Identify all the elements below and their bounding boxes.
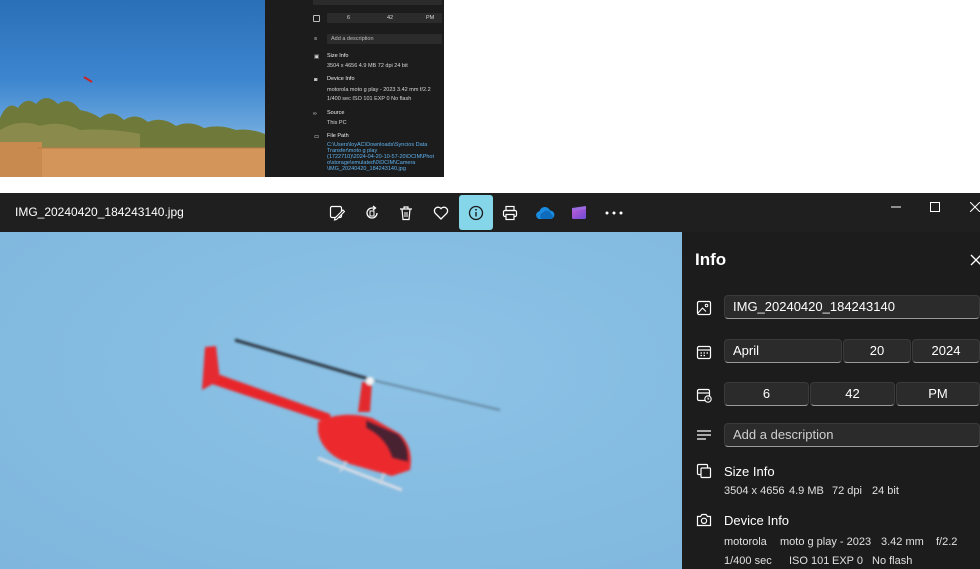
thumb-file-path-line5: \IMG_20240420_184243140.jpg <box>327 166 406 172</box>
print-button[interactable] <box>494 197 526 229</box>
description-icon <box>697 430 711 440</box>
thumb-time-ampm: PM <box>426 15 435 21</box>
file-name-title: IMG_20240420_184243140.jpg <box>15 205 184 219</box>
edit-image-button[interactable] <box>321 197 353 229</box>
photos-window: IMG_20240420_184243140.jpg Info IMG_2024… <box>0 193 980 569</box>
minimize-icon <box>891 206 901 208</box>
size-dpi: 72 dpi <box>832 485 862 497</box>
thumb-time-hour: 6 <box>347 15 351 21</box>
minimize-button[interactable] <box>884 197 908 217</box>
rotate-button[interactable] <box>356 197 388 229</box>
thumb-time-minute: 42 <box>387 15 394 21</box>
thumb-device-info-label: Device Info <box>327 76 355 82</box>
delete-icon <box>400 206 412 221</box>
device-exposure: EXP 0 <box>832 555 863 567</box>
onedrive-cloud-icon <box>536 206 555 219</box>
thumb-device-line1: motorola moto g play - 2023 3.42 mm f/2.… <box>327 87 431 93</box>
thumb-source-value: This PC <box>327 120 347 126</box>
device-make: motorola <box>724 536 767 548</box>
thumb-size-info-label: Size Info <box>327 53 349 59</box>
calendar-clock-icon <box>696 388 712 403</box>
delete-button[interactable] <box>390 197 422 229</box>
favorite-button[interactable] <box>425 197 457 229</box>
maximize-icon <box>930 202 940 212</box>
thumb-size-info-values: 3504 x 4656 4.9 MB 72 dpi 24 bit <box>327 63 408 69</box>
time-hour-field[interactable]: 6 <box>724 382 809 406</box>
favorite-heart-icon <box>433 206 449 220</box>
thumb-link-icon: ∞ <box>313 111 317 117</box>
more-options-button[interactable] <box>598 197 630 229</box>
size-file-size: 4.9 MB <box>789 485 824 497</box>
edit-image-icon <box>329 205 345 221</box>
close-icon <box>970 202 980 212</box>
maximize-button[interactable] <box>923 197 947 217</box>
device-flash: No flash <box>872 555 913 567</box>
device-shutter: 1/400 sec <box>724 555 772 567</box>
thumb-description-icon: ≡ <box>314 36 318 42</box>
thumb-description-placeholder: Add a description <box>331 36 374 42</box>
size-info-heading: Size Info <box>724 464 775 479</box>
device-focal-length: 3.42 mm <box>881 536 924 548</box>
clipchamp-button[interactable] <box>563 197 595 229</box>
camera-icon <box>696 513 712 527</box>
thumb-camera-icon: ◙ <box>314 77 318 83</box>
rotate-icon <box>366 205 378 219</box>
device-iso: ISO 101 <box>789 555 830 567</box>
device-model: moto g play - 2023 <box>780 536 872 548</box>
thumbnail-info-panel: 6 42 PM ≡ Add a description ▣ Size Info … <box>265 0 444 177</box>
calendar-icon <box>696 345 712 360</box>
image-icon <box>696 300 712 316</box>
date-year-field[interactable]: 2024 <box>912 339 980 363</box>
device-aperture: f/2.2 <box>936 536 958 548</box>
date-month-field[interactable]: April <box>724 339 842 363</box>
thumb-time-row <box>327 13 442 23</box>
info-panel-title: Info <box>695 250 727 269</box>
size-info-icon <box>696 463 712 479</box>
clipchamp-icon <box>572 206 586 219</box>
thumb-source-label: Source <box>327 110 345 116</box>
more-options-icon <box>605 211 623 215</box>
close-window-button[interactable] <box>963 197 980 217</box>
size-dimensions: 3504 x 4656 <box>724 485 785 497</box>
device-info-heading: Device Info <box>724 513 790 528</box>
title-bar: IMG_20240420_184243140.jpg <box>0 193 980 232</box>
description-input[interactable]: Add a description <box>724 423 980 447</box>
photo-viewer[interactable] <box>0 232 682 569</box>
thumb-date-row <box>313 0 442 5</box>
info-icon <box>468 205 484 220</box>
close-info-icon[interactable] <box>968 252 980 268</box>
time-ampm-field[interactable]: PM <box>896 382 980 406</box>
thumb-size-icon: ▣ <box>314 54 320 60</box>
size-bit-depth: 24 bit <box>872 485 899 497</box>
info-button[interactable] <box>459 195 493 230</box>
helicopter-photo <box>202 338 501 492</box>
reference-thumbnail: 6 42 PM ≡ Add a description ▣ Size Info … <box>0 0 444 177</box>
print-icon <box>502 205 518 221</box>
info-panel: Info IMG_20240420_184243140 April 20 202… <box>682 232 980 569</box>
file-name-field[interactable]: IMG_20240420_184243140 <box>724 295 980 319</box>
thumb-device-line2: 1/400 sec ISO 101 EXP 0 No flash <box>327 96 412 102</box>
time-minute-field[interactable]: 42 <box>810 382 895 406</box>
thumb-folder-icon: ▭ <box>314 134 320 140</box>
date-day-field[interactable]: 20 <box>843 339 911 363</box>
thumb-clock-icon <box>313 15 320 22</box>
onedrive-button[interactable] <box>529 197 561 229</box>
thumbnail-photo <box>0 0 265 177</box>
thumb-file-path-label: File Path <box>327 133 349 139</box>
